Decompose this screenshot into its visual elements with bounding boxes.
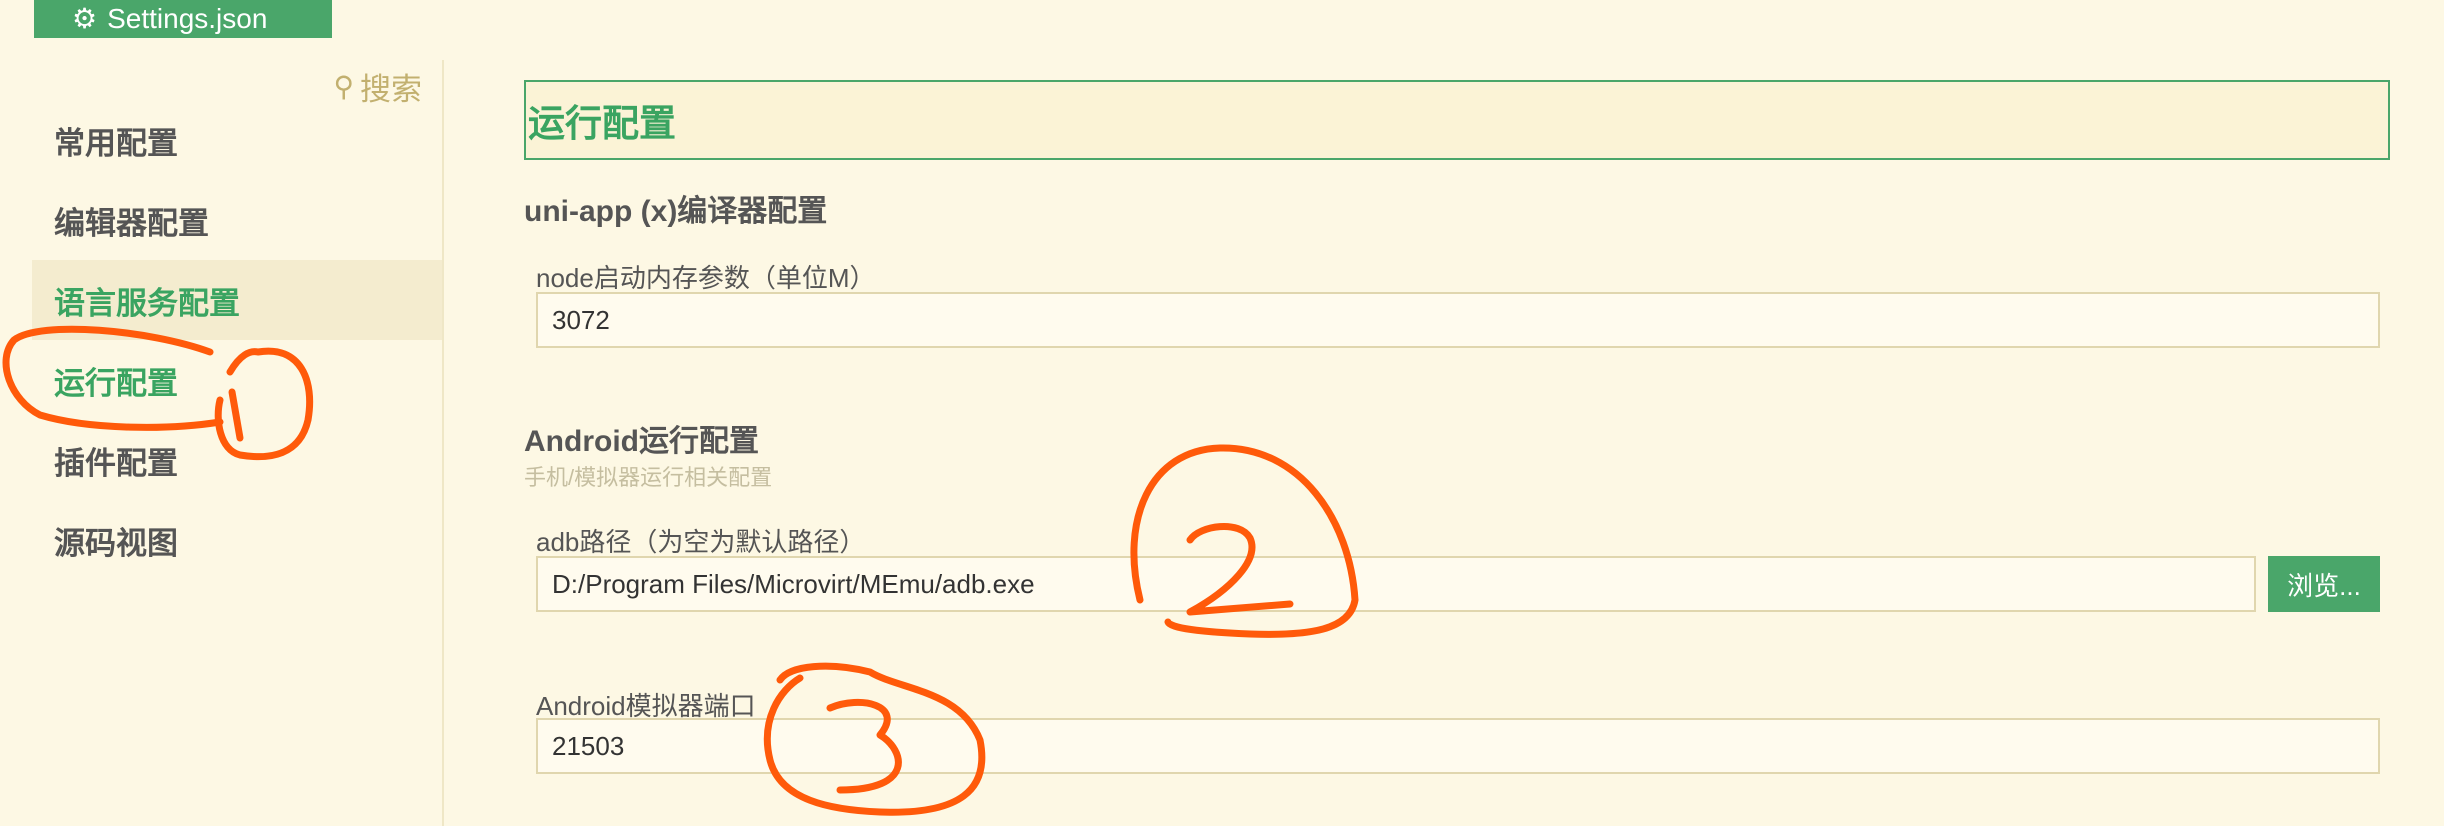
node-memory-input[interactable]: 3072: [536, 292, 2380, 348]
sidebar-item-plugins[interactable]: 插件配置: [32, 420, 442, 500]
browse-button[interactable]: 浏览...: [2268, 556, 2380, 612]
tab-title: Settings.json: [107, 3, 268, 34]
sidebar-item-source-view[interactable]: 源码视图: [32, 500, 442, 580]
sidebar-item-editor[interactable]: 编辑器配置: [32, 180, 442, 260]
sidebar-item-language-service[interactable]: 语言服务配置: [32, 260, 442, 340]
emulator-port-value: 21503: [552, 730, 625, 761]
section-title: 运行配置: [524, 80, 2390, 160]
field-label-adb-path: adb路径（为空为默认路径）: [536, 527, 866, 557]
sidebar-item-run[interactable]: 运行配置: [32, 340, 442, 420]
adb-path-value: D:/Program Files/Microvirt/MEmu/adb.exe: [552, 568, 1035, 599]
sidebar-item-label: 源码视图: [54, 525, 178, 561]
settings-tab[interactable]: ⚙ Settings.json: [34, 0, 332, 38]
group-title-uniapp: uni-app (x)编译器配置: [524, 195, 828, 228]
sidebar-item-label: 常用配置: [54, 125, 178, 161]
settings-sidebar: ⚲ 搜索 常用配置 编辑器配置 语言服务配置 运行配置 插件配置 源码视图: [32, 60, 444, 826]
adb-path-input[interactable]: D:/Program Files/Microvirt/MEmu/adb.exe: [536, 556, 2256, 612]
sidebar-item-common[interactable]: 常用配置: [32, 100, 442, 180]
sidebar-item-label: 语言服务配置: [54, 285, 240, 321]
node-memory-value: 3072: [552, 304, 610, 335]
field-label-node-memory: node启动内存参数（单位M）: [536, 263, 876, 293]
group-title-android: Android运行配置: [524, 425, 759, 458]
sidebar-item-label: 插件配置: [54, 445, 178, 481]
gear-icon: ⚙: [72, 3, 98, 34]
settings-main: 运行配置 uni-app (x)编译器配置 node启动内存参数（单位M） 30…: [442, 60, 2444, 826]
sidebar-item-label: 编辑器配置: [54, 205, 209, 241]
sidebar-item-label: 运行配置: [54, 365, 178, 401]
group-subtitle-android: 手机/模拟器运行相关配置: [524, 465, 773, 490]
emulator-port-input[interactable]: 21503: [536, 718, 2380, 774]
search-icon: ⚲: [333, 71, 354, 102]
